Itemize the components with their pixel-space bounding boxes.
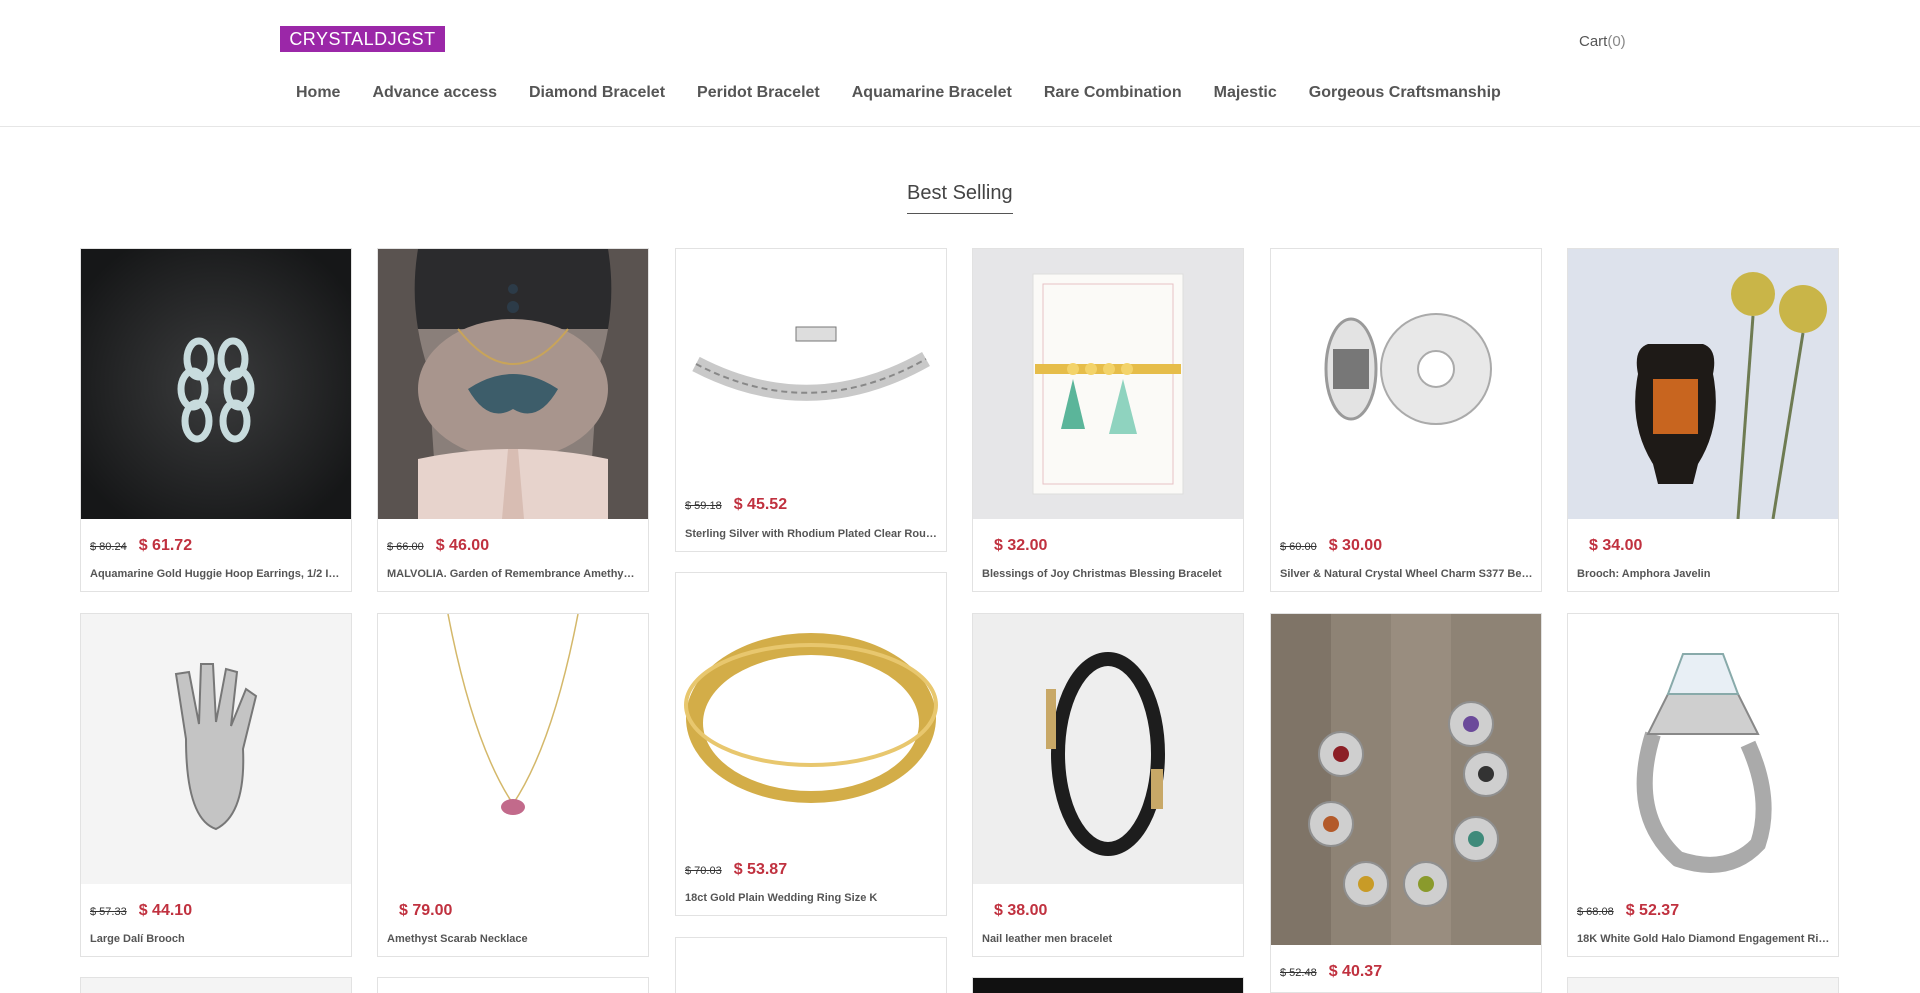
product-image[interactable] (973, 978, 1243, 993)
product-image[interactable] (973, 614, 1243, 884)
product-card[interactable]: $ 34.00 Brooch: Amphora Javelin (1567, 248, 1839, 592)
product-name[interactable]: Sterling Silver with Rhodium Plated Clea… (685, 528, 938, 540)
nav-aquamarine-bracelet[interactable]: Aquamarine Bracelet (852, 84, 1012, 106)
sale-price: $ 52.37 (1625, 902, 1680, 919)
sale-price: $ 38.00 (994, 902, 1048, 919)
nav-gorgeous-craftsmanship[interactable]: Gorgeous Craftsmanship (1309, 84, 1501, 106)
product-image[interactable] (81, 978, 351, 993)
price-row: $ 57.33 $ 44.10 (90, 902, 192, 920)
product-name[interactable]: 18ct Gold Plain Wedding Ring Size K (685, 892, 938, 904)
product-image[interactable] (378, 249, 648, 519)
product-card[interactable]: $ 68.08 $ 52.37 18K White Gold Halo Diam… (1567, 613, 1839, 957)
section-title: Best Selling (907, 182, 1013, 214)
original-price: $ 70.03 (685, 865, 722, 877)
sale-price: $ 30.00 (1328, 537, 1383, 554)
product-card[interactable]: $ 79.00 Amethyst Scarab Necklace (377, 613, 649, 957)
nav-advance-access[interactable]: Advance access (372, 84, 497, 106)
sale-price: $ 46.00 (435, 537, 490, 554)
product-image[interactable] (1568, 978, 1838, 993)
product-name[interactable]: Nail leather men bracelet (982, 933, 1235, 945)
product-card[interactable] (377, 977, 649, 993)
cart-link[interactable]: Cart(0) (1579, 33, 1626, 50)
price-row: $ 68.08 $ 52.37 (1577, 902, 1679, 920)
product-image[interactable] (378, 614, 648, 884)
sale-price: $ 40.37 (1328, 963, 1383, 980)
product-card[interactable] (80, 977, 352, 993)
product-name[interactable]: Large Dalí Brooch (90, 933, 343, 945)
nav-diamond-bracelet[interactable]: Diamond Bracelet (529, 84, 665, 106)
main-nav: Home Advance access Diamond Bracelet Per… (280, 84, 1517, 106)
sale-price: $ 61.72 (138, 537, 193, 554)
product-image[interactable] (676, 573, 946, 843)
price-row: $ 34.00 (1577, 537, 1642, 555)
product-card[interactable]: $ 38.00 Nail leather men bracelet (972, 613, 1244, 957)
product-image[interactable] (1271, 614, 1541, 945)
product-name[interactable]: Aquamarine Gold Huggie Hoop Earrings, 1/… (90, 568, 343, 580)
product-card[interactable]: $ 52.48 $ 40.37 (1270, 613, 1542, 993)
cart-label: Cart (1579, 33, 1608, 50)
product-image[interactable] (676, 938, 946, 993)
price-row: $ 59.18 $ 45.52 (685, 496, 787, 514)
product-name[interactable]: 18K White Gold Halo Diamond Engagement R… (1577, 933, 1830, 945)
nav-home[interactable]: Home (296, 84, 340, 106)
cart-count: (0) (1607, 33, 1626, 50)
product-card[interactable]: $ 32.00 Blessings of Joy Christmas Bless… (972, 248, 1244, 592)
product-card[interactable]: $ 66.00 $ 46.00 MALVOLIA. Garden of Reme… (377, 248, 649, 592)
price-row: $ 70.03 $ 53.87 (685, 861, 787, 879)
original-price: $ 66.00 (387, 541, 424, 553)
price-row: $ 52.48 $ 40.37 (1280, 963, 1382, 981)
product-name[interactable]: Blessings of Joy Christmas Blessing Brac… (982, 568, 1235, 580)
price-row: $ 79.00 (387, 902, 452, 920)
product-image[interactable] (1271, 249, 1541, 519)
sale-price: $ 44.10 (138, 902, 193, 919)
original-price: $ 68.08 (1577, 906, 1614, 918)
product-image[interactable] (81, 249, 351, 519)
sale-price: $ 45.52 (733, 496, 788, 513)
price-row: $ 80.24 $ 61.72 (90, 537, 192, 555)
product-image[interactable] (378, 978, 648, 993)
product-card[interactable] (1567, 977, 1839, 993)
product-image[interactable] (1568, 249, 1838, 519)
price-row: $ 66.00 $ 46.00 (387, 537, 489, 555)
price-row: $ 60.00 $ 30.00 (1280, 537, 1382, 555)
site-header: CRYSTALDJGST Cart(0) Home Advance access… (0, 0, 1920, 127)
original-price: $ 59.18 (685, 500, 722, 512)
product-name[interactable]: Silver & Natural Crystal Wheel Charm S37… (1280, 568, 1533, 580)
nav-majestic[interactable]: Majestic (1214, 84, 1277, 106)
price-row: $ 38.00 (982, 902, 1047, 920)
product-name[interactable]: Brooch: Amphora Javelin (1577, 568, 1830, 580)
product-name[interactable]: Amethyst Scarab Necklace (387, 933, 640, 945)
original-price: $ 57.33 (90, 906, 127, 918)
sale-price: $ 79.00 (399, 902, 453, 919)
product-image[interactable] (676, 249, 946, 479)
sale-price: $ 53.87 (733, 861, 788, 878)
product-card[interactable] (675, 937, 947, 993)
product-name[interactable]: MALVOLIA. Garden of Remembrance Amethyst… (387, 568, 640, 580)
product-card[interactable] (972, 977, 1244, 993)
original-price: $ 60.00 (1280, 541, 1317, 553)
product-card[interactable]: $ 70.03 $ 53.87 18ct Gold Plain Wedding … (675, 572, 947, 916)
sale-price: $ 32.00 (994, 537, 1048, 554)
nav-peridot-bracelet[interactable]: Peridot Bracelet (697, 84, 820, 106)
nav-rare-combination[interactable]: Rare Combination (1044, 84, 1182, 106)
site-logo[interactable]: CRYSTALDJGST (280, 26, 445, 52)
original-price: $ 52.48 (1280, 967, 1317, 979)
product-image[interactable] (1568, 614, 1838, 884)
product-image[interactable] (81, 614, 351, 884)
product-card[interactable]: $ 60.00 $ 30.00 Silver & Natural Crystal… (1270, 248, 1542, 592)
product-card[interactable]: $ 80.24 $ 61.72 Aquamarine Gold Huggie H… (80, 248, 352, 592)
original-price: $ 80.24 (90, 541, 127, 553)
product-image[interactable] (973, 249, 1243, 519)
sale-price: $ 34.00 (1589, 537, 1643, 554)
product-card[interactable]: $ 57.33 $ 44.10 Large Dalí Brooch (80, 613, 352, 957)
product-card[interactable]: $ 59.18 $ 45.52 Sterling Silver with Rho… (675, 248, 947, 552)
price-row: $ 32.00 (982, 537, 1047, 555)
